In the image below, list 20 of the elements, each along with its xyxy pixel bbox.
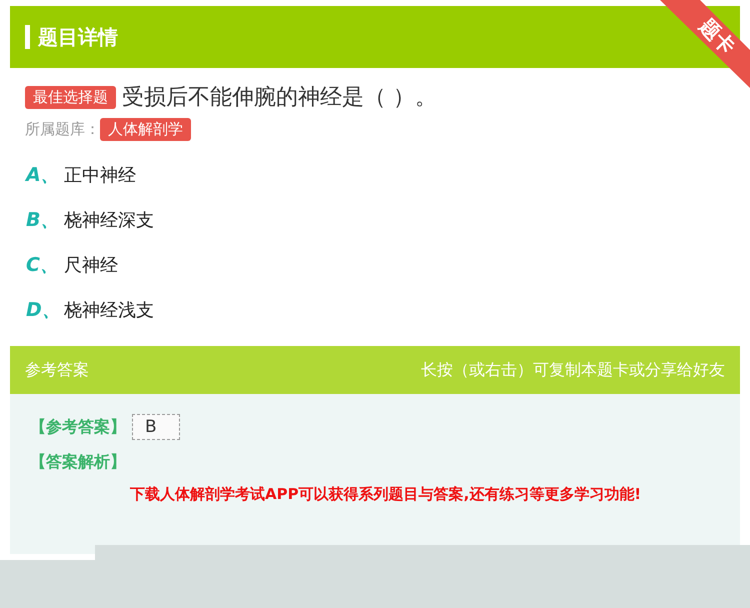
question-type-tag: 最佳选择题 — [25, 86, 116, 108]
bank-tag[interactable]: 人体解剖学 — [100, 118, 191, 141]
title-marker-icon — [25, 25, 30, 49]
question-text: 受损后不能伸腕的神经是（ ）。 — [122, 84, 437, 112]
analysis-label: 【答案解析】 — [30, 452, 127, 473]
promo-text[interactable]: 下载人体解剖学考试APP可以获得系列题目与答案,还有练习等更多学习功能! — [130, 485, 720, 504]
option-letter: A、 — [26, 162, 61, 188]
answer-label: 【参考答案】 — [30, 416, 126, 438]
section-title: 题目详情 — [38, 24, 118, 50]
option-text[interactable]: 桡神经深支 — [64, 208, 154, 232]
answer-value: B — [132, 414, 180, 440]
option-text[interactable]: 正中神经 — [64, 162, 136, 186]
option-text[interactable]: 桡神经浅支 — [64, 298, 154, 322]
option-text[interactable]: 尺神经 — [64, 252, 118, 276]
option-letter: D、 — [26, 298, 62, 322]
share-hint: 长按（或右击）可复制本题卡或分享给好友 — [421, 360, 725, 380]
option-letter: B、 — [26, 208, 60, 232]
bank-label: 所属题库： — [25, 120, 100, 139]
answer-title: 参考答案 — [25, 360, 89, 380]
option-letter: C、 — [26, 252, 60, 278]
